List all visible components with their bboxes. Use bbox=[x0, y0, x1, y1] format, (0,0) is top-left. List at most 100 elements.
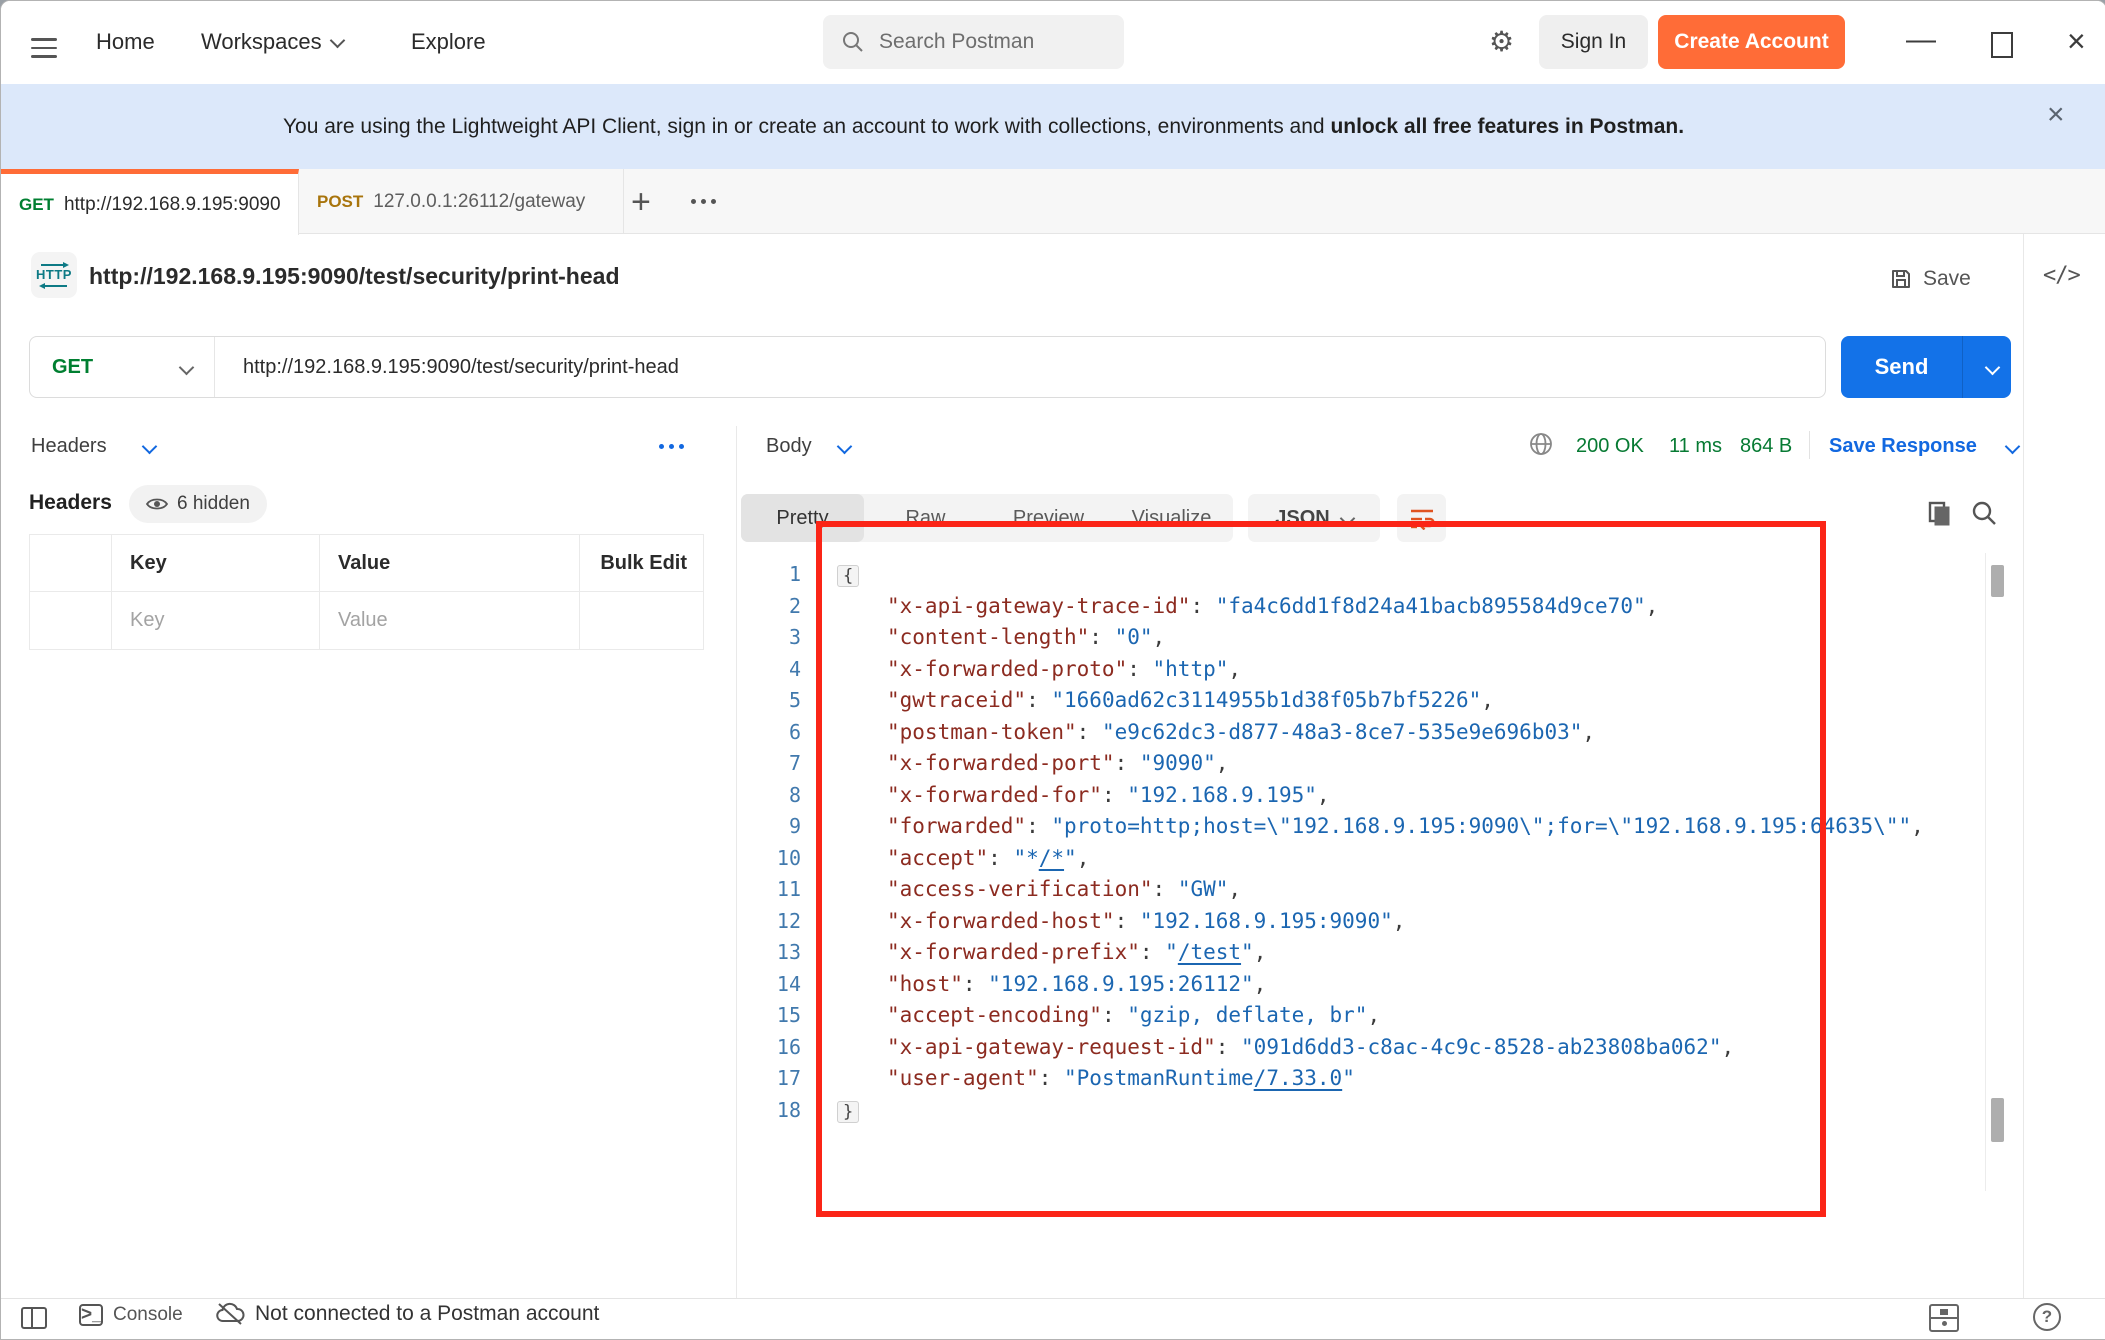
search-input[interactable]: Search Postman bbox=[823, 15, 1124, 69]
code-content: "user-agent": "PostmanRuntime/7.33.0" bbox=[837, 1063, 1355, 1095]
tab-get-request[interactable]: GET http://192.168.9.195:9090 bbox=[1, 169, 299, 235]
chevron-down-icon bbox=[1984, 359, 2000, 375]
code-line: 4"x-forwarded-proto": "http", bbox=[741, 654, 1981, 686]
detected-link[interactable]: /test bbox=[1178, 940, 1241, 964]
hidden-headers-badge[interactable]: 6 hidden bbox=[129, 485, 267, 523]
sidebar-toggle-icon[interactable] bbox=[21, 1307, 47, 1329]
chevron-down-icon bbox=[1339, 510, 1355, 526]
bulk-edit-button[interactable]: Bulk Edit bbox=[580, 535, 703, 591]
banner-close-icon[interactable]: × bbox=[2047, 98, 2065, 132]
view-tab-pretty[interactable]: Pretty bbox=[741, 494, 864, 542]
chevron-down-icon[interactable] bbox=[837, 439, 853, 455]
code-line: 3"content-length": "0", bbox=[741, 622, 1981, 654]
response-size-badge[interactable]: 864 B bbox=[1740, 435, 1792, 458]
wrap-text-icon bbox=[1409, 506, 1435, 530]
tab-title: http://192.168.9.195:9090 bbox=[64, 194, 281, 216]
body-section-dropdown[interactable]: Body bbox=[766, 435, 812, 458]
code-line: 2"x-api-gateway-trace-id": "fa4c6dd1f8d2… bbox=[741, 591, 1981, 623]
gear-icon[interactable]: ⚙ bbox=[1489, 25, 1514, 58]
response-time-badge[interactable]: 11 ms bbox=[1669, 435, 1722, 458]
scrollbar-thumb[interactable] bbox=[1991, 1098, 2004, 1142]
code-content: "gwtraceid": "1660ad62c3114955b1d38f05b7… bbox=[837, 685, 1494, 717]
nav-explore[interactable]: Explore bbox=[411, 29, 486, 55]
headers-more-options-icon[interactable] bbox=[659, 444, 684, 449]
code-line: 15"accept-encoding": "gzip, deflate, br"… bbox=[741, 1000, 1981, 1032]
nav-home[interactable]: Home bbox=[96, 29, 155, 55]
response-body-editor[interactable]: 1{2"x-api-gateway-trace-id": "fa4c6dd1f8… bbox=[741, 559, 1981, 1126]
line-number: 9 bbox=[741, 811, 801, 843]
pane-divider[interactable] bbox=[736, 426, 737, 1298]
chevron-down-icon bbox=[329, 33, 345, 49]
tab-method-badge: POST bbox=[317, 192, 363, 212]
url-input[interactable]: http://192.168.9.195:9090/test/security/… bbox=[215, 356, 1825, 379]
chevron-down-icon[interactable] bbox=[2005, 439, 2021, 455]
connection-status[interactable]: Not connected to a Postman account bbox=[215, 1302, 599, 1326]
code-content: "x-forwarded-host": "192.168.9.195:9090"… bbox=[837, 906, 1405, 938]
console-button[interactable]: >_ Console bbox=[79, 1304, 183, 1326]
search-placeholder: Search Postman bbox=[879, 30, 1034, 54]
top-app-bar: Home Workspaces Explore Search Postman ⚙… bbox=[1, 1, 2105, 84]
chevron-down-icon[interactable] bbox=[142, 439, 158, 455]
response-status-badge[interactable]: 200 OK bbox=[1576, 435, 1644, 458]
banner-text: You are using the Lightweight API Client… bbox=[1, 115, 1966, 139]
hamburger-menu-icon[interactable] bbox=[31, 32, 57, 52]
headers-table-header-row: Key Value Bulk Edit bbox=[30, 535, 703, 592]
code-content: "x-forwarded-port": "9090", bbox=[837, 748, 1228, 780]
copy-response-icon[interactable] bbox=[1927, 500, 1953, 528]
headers-heading: Headers bbox=[29, 491, 112, 515]
code-line: 16"x-api-gateway-request-id": "091d6dd3-… bbox=[741, 1032, 1981, 1064]
format-selector[interactable]: JSON bbox=[1248, 494, 1380, 542]
save-response-button[interactable]: Save Response bbox=[1829, 435, 1977, 458]
view-tab-raw[interactable]: Raw bbox=[864, 494, 987, 542]
line-number: 5 bbox=[741, 685, 801, 717]
wrap-lines-button[interactable] bbox=[1397, 494, 1446, 542]
code-line: 9 "forwarded": "proto=http;host=\"192.168… bbox=[741, 811, 1981, 843]
key-input[interactable]: Key bbox=[112, 592, 320, 649]
code-line: 7 "x-forwarded-port": "9090", bbox=[741, 748, 1981, 780]
code-content: "accept-encoding": "gzip, deflate, br", bbox=[837, 1000, 1380, 1032]
value-input[interactable]: Value bbox=[320, 592, 580, 649]
tab-method-badge: GET bbox=[19, 195, 54, 215]
sign-in-button[interactable]: Sign In bbox=[1539, 15, 1648, 69]
chevron-down-icon bbox=[179, 359, 195, 375]
detected-link[interactable]: /* bbox=[1039, 846, 1064, 870]
code-snippet-icon[interactable]: </> bbox=[2043, 263, 2080, 288]
new-tab-button[interactable]: + bbox=[631, 183, 651, 222]
search-response-icon[interactable] bbox=[1971, 500, 1998, 527]
nav-workspaces[interactable]: Workspaces bbox=[201, 29, 343, 55]
create-account-button[interactable]: Create Account bbox=[1658, 15, 1845, 69]
headers-table-row: Key Value bbox=[30, 592, 703, 649]
tab-options-icon[interactable] bbox=[691, 199, 716, 204]
save-button[interactable]: Save bbox=[1889, 259, 1993, 299]
send-button[interactable]: Send bbox=[1841, 336, 2011, 398]
send-options-dropdown[interactable] bbox=[1962, 336, 2011, 398]
headers-section-dropdown[interactable]: Headers bbox=[31, 435, 107, 458]
view-tab-visualize[interactable]: Visualize bbox=[1110, 494, 1233, 542]
help-icon[interactable]: ? bbox=[2033, 1303, 2061, 1331]
code-content: "x-api-gateway-trace-id": "fa4c6dd1f8d24… bbox=[837, 591, 1658, 623]
code-line: 5 "gwtraceid": "1660ad62c3114955b1d38f05b… bbox=[741, 685, 1981, 717]
method-selector[interactable]: GET bbox=[30, 337, 215, 397]
tab-post-request[interactable]: POST 127.0.0.1:26112/gateway bbox=[299, 169, 624, 234]
line-number: 7 bbox=[741, 748, 801, 780]
headers-table: Key Value Bulk Edit Key Value bbox=[29, 534, 704, 650]
split-pane-icon[interactable] bbox=[1929, 1304, 1959, 1332]
postman-window: Home Workspaces Explore Search Postman ⚙… bbox=[0, 0, 2105, 1340]
line-number: 14 bbox=[741, 969, 801, 1001]
code-line: 13"x-forwarded-prefix": "/test", bbox=[741, 937, 1981, 969]
url-bar: GET http://192.168.9.195:9090/test/secur… bbox=[29, 336, 1826, 398]
code-line: 17 "user-agent": "PostmanRuntime/7.33.0" bbox=[741, 1063, 1981, 1095]
window-maximize-button[interactable] bbox=[1991, 32, 2013, 58]
line-number: 1 bbox=[741, 559, 801, 591]
line-number: 17 bbox=[741, 1063, 801, 1095]
window-close-button[interactable]: × bbox=[2067, 23, 2086, 60]
code-content: "forwarded": "proto=http;host=\"192.168.… bbox=[837, 811, 1924, 843]
view-tab-preview[interactable]: Preview bbox=[987, 494, 1110, 542]
line-number: 3 bbox=[741, 622, 801, 654]
line-number: 6 bbox=[741, 717, 801, 749]
line-number: 10 bbox=[741, 843, 801, 875]
detected-link[interactable]: /7.33.0 bbox=[1254, 1066, 1343, 1090]
window-minimize-button[interactable]: — bbox=[1906, 23, 1936, 57]
network-globe-icon[interactable] bbox=[1528, 431, 1554, 457]
scrollbar-thumb[interactable] bbox=[1991, 565, 2004, 597]
